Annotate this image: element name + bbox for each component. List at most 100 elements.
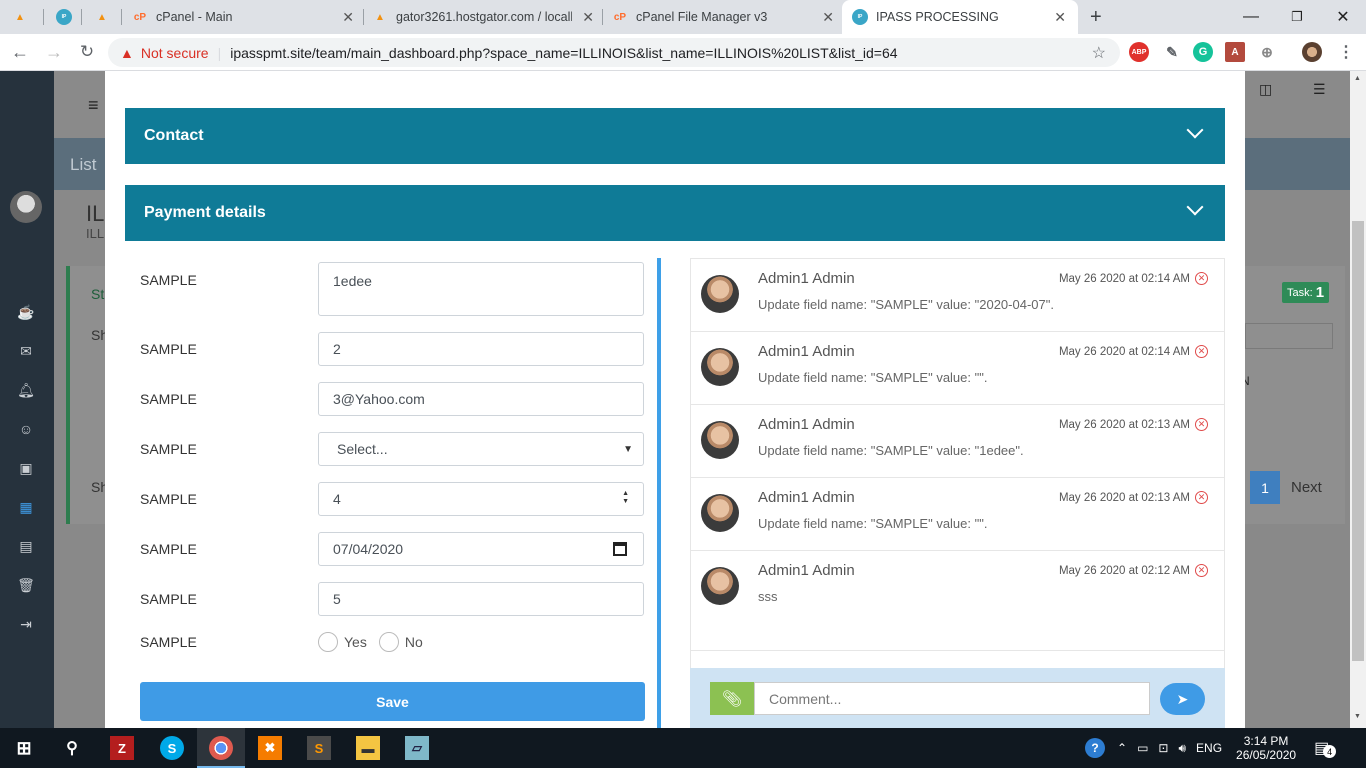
radio-no[interactable] xyxy=(378,632,399,652)
clock-date: 26/05/2020 xyxy=(1236,748,1297,762)
browser-tab-cpanel-main[interactable]: cP cPanel - Main ✕ xyxy=(132,0,360,34)
close-icon[interactable]: ✕ xyxy=(342,9,354,26)
delete-icon[interactable]: ✕ xyxy=(1195,272,1208,285)
columns-icon[interactable]: ◫ xyxy=(1259,81,1279,101)
chevron-up-icon[interactable]: ⌃ xyxy=(1117,741,1127,755)
logout-icon[interactable]: ⇥ xyxy=(17,616,35,634)
field-label: SAMPLE xyxy=(140,541,197,557)
reload-icon[interactable]: ↻ xyxy=(75,40,99,64)
notification-icon[interactable]: ▤ 4 xyxy=(1314,738,1337,758)
activity-date: May 26 2020 at 02:12 AM xyxy=(1058,565,1190,577)
pagination-page-1[interactable]: 1 xyxy=(1250,471,1280,504)
pagination-next[interactable]: Next xyxy=(1291,479,1322,496)
close-window-button[interactable]: ✕ xyxy=(1320,0,1366,34)
sublime-icon[interactable]: S xyxy=(307,736,331,760)
eyedropper-icon[interactable]: ✎ xyxy=(1162,42,1182,62)
field-label: SAMPLE xyxy=(140,341,197,357)
activity-item: Admin1 Admin May 26 2020 at 02:13 AM ✕ U… xyxy=(691,405,1224,478)
xampp-icon[interactable]: ✖ xyxy=(258,736,282,760)
calendar-icon[interactable]: ▤ xyxy=(17,538,35,556)
accordion-payment-details[interactable]: Payment details xyxy=(125,185,1225,241)
mail-icon[interactable]: ✉ xyxy=(17,343,35,361)
filezilla-icon[interactable]: Z xyxy=(110,736,134,760)
tab-title: gator3261.hostgator.com / localh xyxy=(396,10,572,24)
skype-icon[interactable]: S xyxy=(160,736,184,760)
clock[interactable]: 3:14 PM 26/05/2020 xyxy=(1236,734,1296,762)
grammarly-icon[interactable]: G xyxy=(1193,42,1213,62)
browser-tab-phpmyadmin[interactable]: ▲ gator3261.hostgator.com / localh ✕ xyxy=(372,0,600,34)
form-row: SAMPLE 4 ▲ ▼ xyxy=(140,482,644,516)
coffee-icon[interactable]: ☕ xyxy=(17,304,35,322)
app-sidebar: ☕ ✉ 🔔︎ ☺ ▣ ▦ ▤ 🗑︎ ⇥ xyxy=(0,71,54,728)
browser-tab-ipass-active[interactable]: IP IPASS PROCESSING ✕ xyxy=(842,0,1078,34)
paperclip-icon[interactable]: 📎︎ xyxy=(710,682,754,715)
browser-tab[interactable]: ▲ xyxy=(12,0,42,34)
volume-icon[interactable]: 🔊︎ xyxy=(1178,741,1186,756)
trash-icon[interactable]: 🗑︎ xyxy=(17,577,35,595)
grid-icon[interactable]: ▦ xyxy=(17,499,35,517)
delete-icon[interactable]: ✕ xyxy=(1195,418,1208,431)
help-icon[interactable]: ? xyxy=(1085,738,1105,758)
number-spinner-icon[interactable]: ▲ ▼ xyxy=(622,490,629,506)
profile-avatar[interactable] xyxy=(1302,42,1322,62)
search-input[interactable] xyxy=(1245,323,1333,349)
date-field[interactable]: 07/04/2020 xyxy=(318,532,644,566)
send-button[interactable]: ➤ xyxy=(1160,683,1205,715)
user-icon[interactable]: ☺ xyxy=(17,421,35,439)
select-field[interactable]: Select... ▼ xyxy=(318,432,644,466)
chevron-down-icon xyxy=(1186,198,1204,216)
network-icon[interactable]: ⊡ xyxy=(1158,741,1168,755)
star-icon[interactable]: ☆ xyxy=(1092,43,1106,63)
date-value: 07/04/2020 xyxy=(333,541,404,557)
contact-book-icon[interactable]: ▣ xyxy=(17,460,35,478)
pdf-icon[interactable]: A xyxy=(1225,42,1245,62)
windows-start-icon[interactable]: ⊞ xyxy=(12,736,36,760)
accordion-contact[interactable]: Contact xyxy=(125,108,1225,164)
file-explorer-icon[interactable]: ▬ xyxy=(356,736,380,760)
menu-dots-icon[interactable]: ⋮ xyxy=(1336,42,1356,62)
page-scrollbar[interactable]: ▲ ▼ xyxy=(1350,71,1366,728)
delete-icon[interactable]: ✕ xyxy=(1195,491,1208,504)
text-field[interactable]: 2 xyxy=(318,332,644,366)
textarea-field[interactable]: 1edee xyxy=(318,262,644,316)
activity-date: May 26 2020 at 02:14 AM xyxy=(1058,346,1190,358)
text-field[interactable]: 5 xyxy=(318,582,644,616)
browser-tab-file-manager[interactable]: cP cPanel File Manager v3 ✕ xyxy=(612,0,840,34)
back-arrow-icon[interactable]: ← xyxy=(8,40,32,64)
radio-yes[interactable] xyxy=(318,632,338,652)
bell-icon[interactable]: 🔔︎ xyxy=(17,382,35,400)
browser-tab[interactable]: ▲ xyxy=(94,0,124,34)
activity-text: Update field name: "SAMPLE" value: "2020… xyxy=(758,297,1054,312)
scrollbar-thumb[interactable] xyxy=(1352,221,1364,661)
forward-arrow-icon[interactable]: → xyxy=(42,40,66,64)
number-field[interactable]: 4 ▲ ▼ xyxy=(318,482,644,516)
minimize-button[interactable]: — xyxy=(1228,0,1274,34)
search-icon[interactable]: ⚲ xyxy=(60,736,84,760)
calendar-icon[interactable] xyxy=(613,542,627,556)
task-label: Task: xyxy=(1287,286,1313,299)
globe-icon[interactable]: ⊕ xyxy=(1257,42,1277,62)
comment-input[interactable]: Comment... xyxy=(754,682,1150,715)
adblock-icon[interactable]: ABP xyxy=(1129,42,1149,62)
delete-icon[interactable]: ✕ xyxy=(1195,564,1208,577)
paper-plane-icon: ➤ xyxy=(1176,690,1189,707)
user-avatar[interactable] xyxy=(10,191,42,223)
new-tab-button[interactable]: + xyxy=(1090,0,1102,34)
close-icon[interactable]: ✕ xyxy=(822,9,834,26)
phpmyadmin-icon: ▲ xyxy=(97,11,107,23)
battery-icon[interactable]: ▭ xyxy=(1137,741,1148,755)
close-icon[interactable]: ✕ xyxy=(582,9,594,26)
notepad-icon[interactable]: ▱ xyxy=(405,736,429,760)
table-icon[interactable]: ☰ xyxy=(1313,81,1333,101)
email-field[interactable]: 3@Yahoo.com xyxy=(318,382,644,416)
maximize-button[interactable]: ❐ xyxy=(1274,0,1320,34)
language-indicator[interactable]: ENG xyxy=(1196,741,1222,755)
activity-item: Admin1 Admin May 26 2020 at 02:14 AM ✕ U… xyxy=(691,332,1224,405)
address-bar[interactable]: ▲ Not secure | ipasspmt.site/team/main_d… xyxy=(108,38,1120,67)
task-count: 1 xyxy=(1315,284,1325,301)
save-button[interactable]: Save xyxy=(140,682,645,721)
close-icon[interactable]: ✕ xyxy=(1054,9,1066,26)
delete-icon[interactable]: ✕ xyxy=(1195,345,1208,358)
hamburger-icon[interactable]: ≡ xyxy=(88,95,99,116)
activity-text: sss xyxy=(758,589,778,604)
